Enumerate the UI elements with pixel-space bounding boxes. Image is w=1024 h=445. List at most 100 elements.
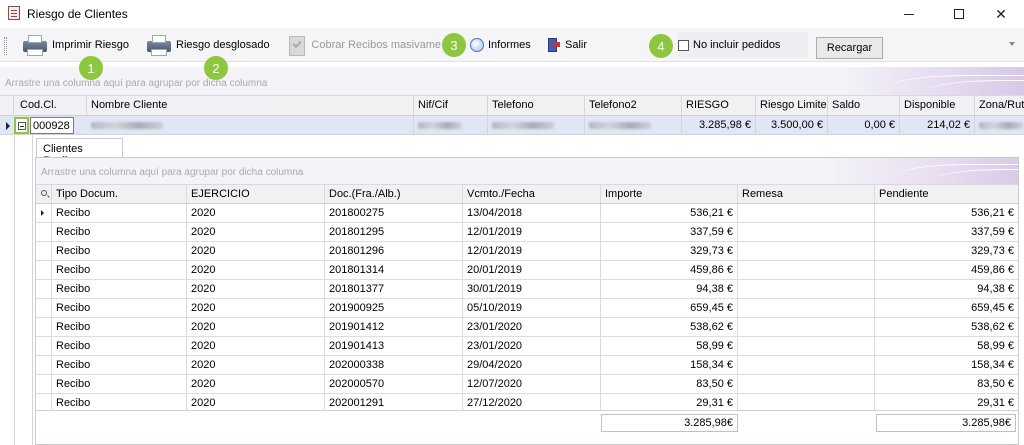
recibo-row[interactable]: Recibo 2020 201801377 30/01/2019 94,38 €94,3…: [36, 280, 1018, 299]
row-selector[interactable]: [36, 280, 52, 298]
row-selector[interactable]: [36, 242, 52, 260]
search-cell[interactable]: [36, 185, 52, 203]
pendiente-cell[interactable]: 94,38 €: [875, 280, 1018, 298]
row-selector[interactable]: [36, 337, 52, 355]
importe-cell[interactable]: 459,86 €: [601, 261, 738, 279]
remesa-cell[interactable]: [738, 261, 875, 279]
ejercicio-cell[interactable]: 2020: [187, 204, 325, 222]
tipo-docum-cell[interactable]: Recibo: [52, 223, 187, 241]
vcmto-fecha-cell[interactable]: 12/01/2019: [463, 223, 601, 241]
row-selector[interactable]: [36, 375, 52, 393]
remesa-cell[interactable]: [738, 299, 875, 317]
pendiente-cell[interactable]: 337,59 €: [875, 223, 1018, 241]
toolbar-grip[interactable]: [4, 37, 7, 55]
remesa-cell[interactable]: [738, 337, 875, 355]
doc-cell[interactable]: 202000338: [325, 356, 463, 374]
pendiente-cell[interactable]: 659,45 €: [875, 299, 1018, 317]
tipo-docum-cell[interactable]: Recibo: [52, 375, 187, 393]
remesa-cell[interactable]: [738, 375, 875, 393]
vcmto-fecha-cell[interactable]: 12/07/2020: [463, 375, 601, 393]
ejercicio-cell[interactable]: 2020: [187, 299, 325, 317]
recibo-row[interactable]: Recibo 2020 201800275 13/04/2018 536,21 €536…: [36, 204, 1018, 223]
saldo-cell[interactable]: 0,00 €: [828, 116, 900, 134]
tipo-docum-cell[interactable]: Recibo: [52, 242, 187, 260]
recibo-row[interactable]: Recibo 2020 201801314 20/01/2019 459,86 €459…: [36, 261, 1018, 280]
col-saldo[interactable]: Saldo: [828, 96, 900, 115]
doc-cell[interactable]: 201801314: [325, 261, 463, 279]
row-selector[interactable]: [36, 318, 52, 336]
col-riesgo-limite[interactable]: Riesgo Limite: [756, 96, 828, 115]
recibo-row[interactable]: Recibo 2020 202000338 29/04/2020 158,34 €158…: [36, 356, 1018, 375]
col-remesa[interactable]: Remesa: [738, 185, 875, 203]
pendiente-cell[interactable]: 536,21 €: [875, 204, 1018, 222]
pendiente-cell[interactable]: 83,50 €: [875, 375, 1018, 393]
tipo-docum-cell[interactable]: Recibo: [52, 356, 187, 374]
pendiente-cell[interactable]: 329,73 €: [875, 242, 1018, 260]
tipo-docum-cell[interactable]: Recibo: [52, 299, 187, 317]
col-telefono2[interactable]: Telefono2: [585, 96, 682, 115]
tipo-docum-cell[interactable]: Recibo: [52, 280, 187, 298]
recibo-row[interactable]: Recibo 2020 201901412 23/01/2020 538,62 €538…: [36, 318, 1018, 337]
importe-cell[interactable]: 538,62 €: [601, 318, 738, 336]
row-selector[interactable]: [36, 261, 52, 279]
ejercicio-cell[interactable]: 2020: [187, 223, 325, 241]
importe-cell[interactable]: 58,99 €: [601, 337, 738, 355]
pendiente-cell[interactable]: 459,86 €: [875, 261, 1018, 279]
col-tipo-docum[interactable]: Tipo Docum.: [52, 185, 187, 203]
minimize-button[interactable]: [886, 0, 932, 28]
recibo-row[interactable]: Recibo 2020 201801296 12/01/2019 329,73 €329…: [36, 242, 1018, 261]
cobrar-recibos-button[interactable]: Cobrar Recibos masivame: [286, 32, 441, 58]
remesa-cell[interactable]: [738, 242, 875, 260]
tipo-docum-cell[interactable]: Recibo: [52, 318, 187, 336]
recibo-row[interactable]: Recibo 2020 202000570 12/07/2020 83,50 €83,5…: [36, 375, 1018, 394]
importe-cell[interactable]: 337,59 €: [601, 223, 738, 241]
importe-cell[interactable]: 536,21 €: [601, 204, 738, 222]
importe-cell[interactable]: 659,45 €: [601, 299, 738, 317]
row-selector[interactable]: [36, 356, 52, 374]
col-nif-cif[interactable]: Nif/Cif: [414, 96, 488, 115]
vcmto-fecha-cell[interactable]: 13/04/2018: [463, 204, 601, 222]
importe-cell[interactable]: 158,34 €: [601, 356, 738, 374]
doc-cell[interactable]: 201801296: [325, 242, 463, 260]
tipo-docum-cell[interactable]: Recibo: [52, 337, 187, 355]
remesa-cell[interactable]: [738, 204, 875, 222]
telefono-cell[interactable]: [488, 116, 585, 134]
ejercicio-cell[interactable]: 2020: [187, 337, 325, 355]
ejercicio-cell[interactable]: 2020: [187, 356, 325, 374]
maximize-button[interactable]: [936, 0, 982, 28]
tipo-docum-cell[interactable]: Recibo: [52, 204, 187, 222]
collapse-row-button[interactable]: [14, 117, 29, 134]
cod-cl-cell[interactable]: 000928: [30, 117, 74, 134]
col-importe[interactable]: Importe: [601, 185, 738, 203]
pendiente-cell[interactable]: 158,34 €: [875, 356, 1018, 374]
col-zona-ruta[interactable]: Zona/Ruta: [975, 96, 1024, 115]
col-riesgo[interactable]: RIESGO: [682, 96, 756, 115]
doc-cell[interactable]: 201901413: [325, 337, 463, 355]
nombre-cliente-cell[interactable]: [87, 116, 414, 134]
remesa-cell[interactable]: [738, 280, 875, 298]
remesa-cell[interactable]: [738, 223, 875, 241]
col-disponible[interactable]: Disponible: [900, 96, 975, 115]
pendiente-cell[interactable]: 538,62 €: [875, 318, 1018, 336]
row-selector[interactable]: [36, 299, 52, 317]
vcmto-fecha-cell[interactable]: 05/10/2019: [463, 299, 601, 317]
col-ejercicio[interactable]: EJERCICIO: [187, 185, 325, 203]
riesgo-cell[interactable]: 3.285,98 €: [682, 116, 756, 134]
ejercicio-cell[interactable]: 2020: [187, 242, 325, 260]
doc-cell[interactable]: 201900925: [325, 299, 463, 317]
doc-cell[interactable]: 201801377: [325, 280, 463, 298]
doc-cell[interactable]: 201901412: [325, 318, 463, 336]
col-telefono[interactable]: Telefono: [488, 96, 585, 115]
importe-cell[interactable]: 94,38 €: [601, 280, 738, 298]
col-vcmto-fecha[interactable]: Vcmto./Fecha: [463, 185, 601, 203]
toolbar-overflow-chevron-icon[interactable]: [1009, 42, 1015, 46]
row-selector[interactable]: [36, 223, 52, 241]
remesa-cell[interactable]: [738, 356, 875, 374]
doc-cell[interactable]: 202000570: [325, 375, 463, 393]
doc-cell[interactable]: 201800275: [325, 204, 463, 222]
detail-group-by-panel[interactable]: Arrastre una columna aquí para agrupar p…: [36, 158, 1018, 185]
vcmto-fecha-cell[interactable]: 12/01/2019: [463, 242, 601, 260]
zona-ruta-cell[interactable]: [975, 116, 1024, 134]
vcmto-fecha-cell[interactable]: 30/01/2019: [463, 280, 601, 298]
informes-button[interactable]: Informes: [470, 32, 531, 58]
